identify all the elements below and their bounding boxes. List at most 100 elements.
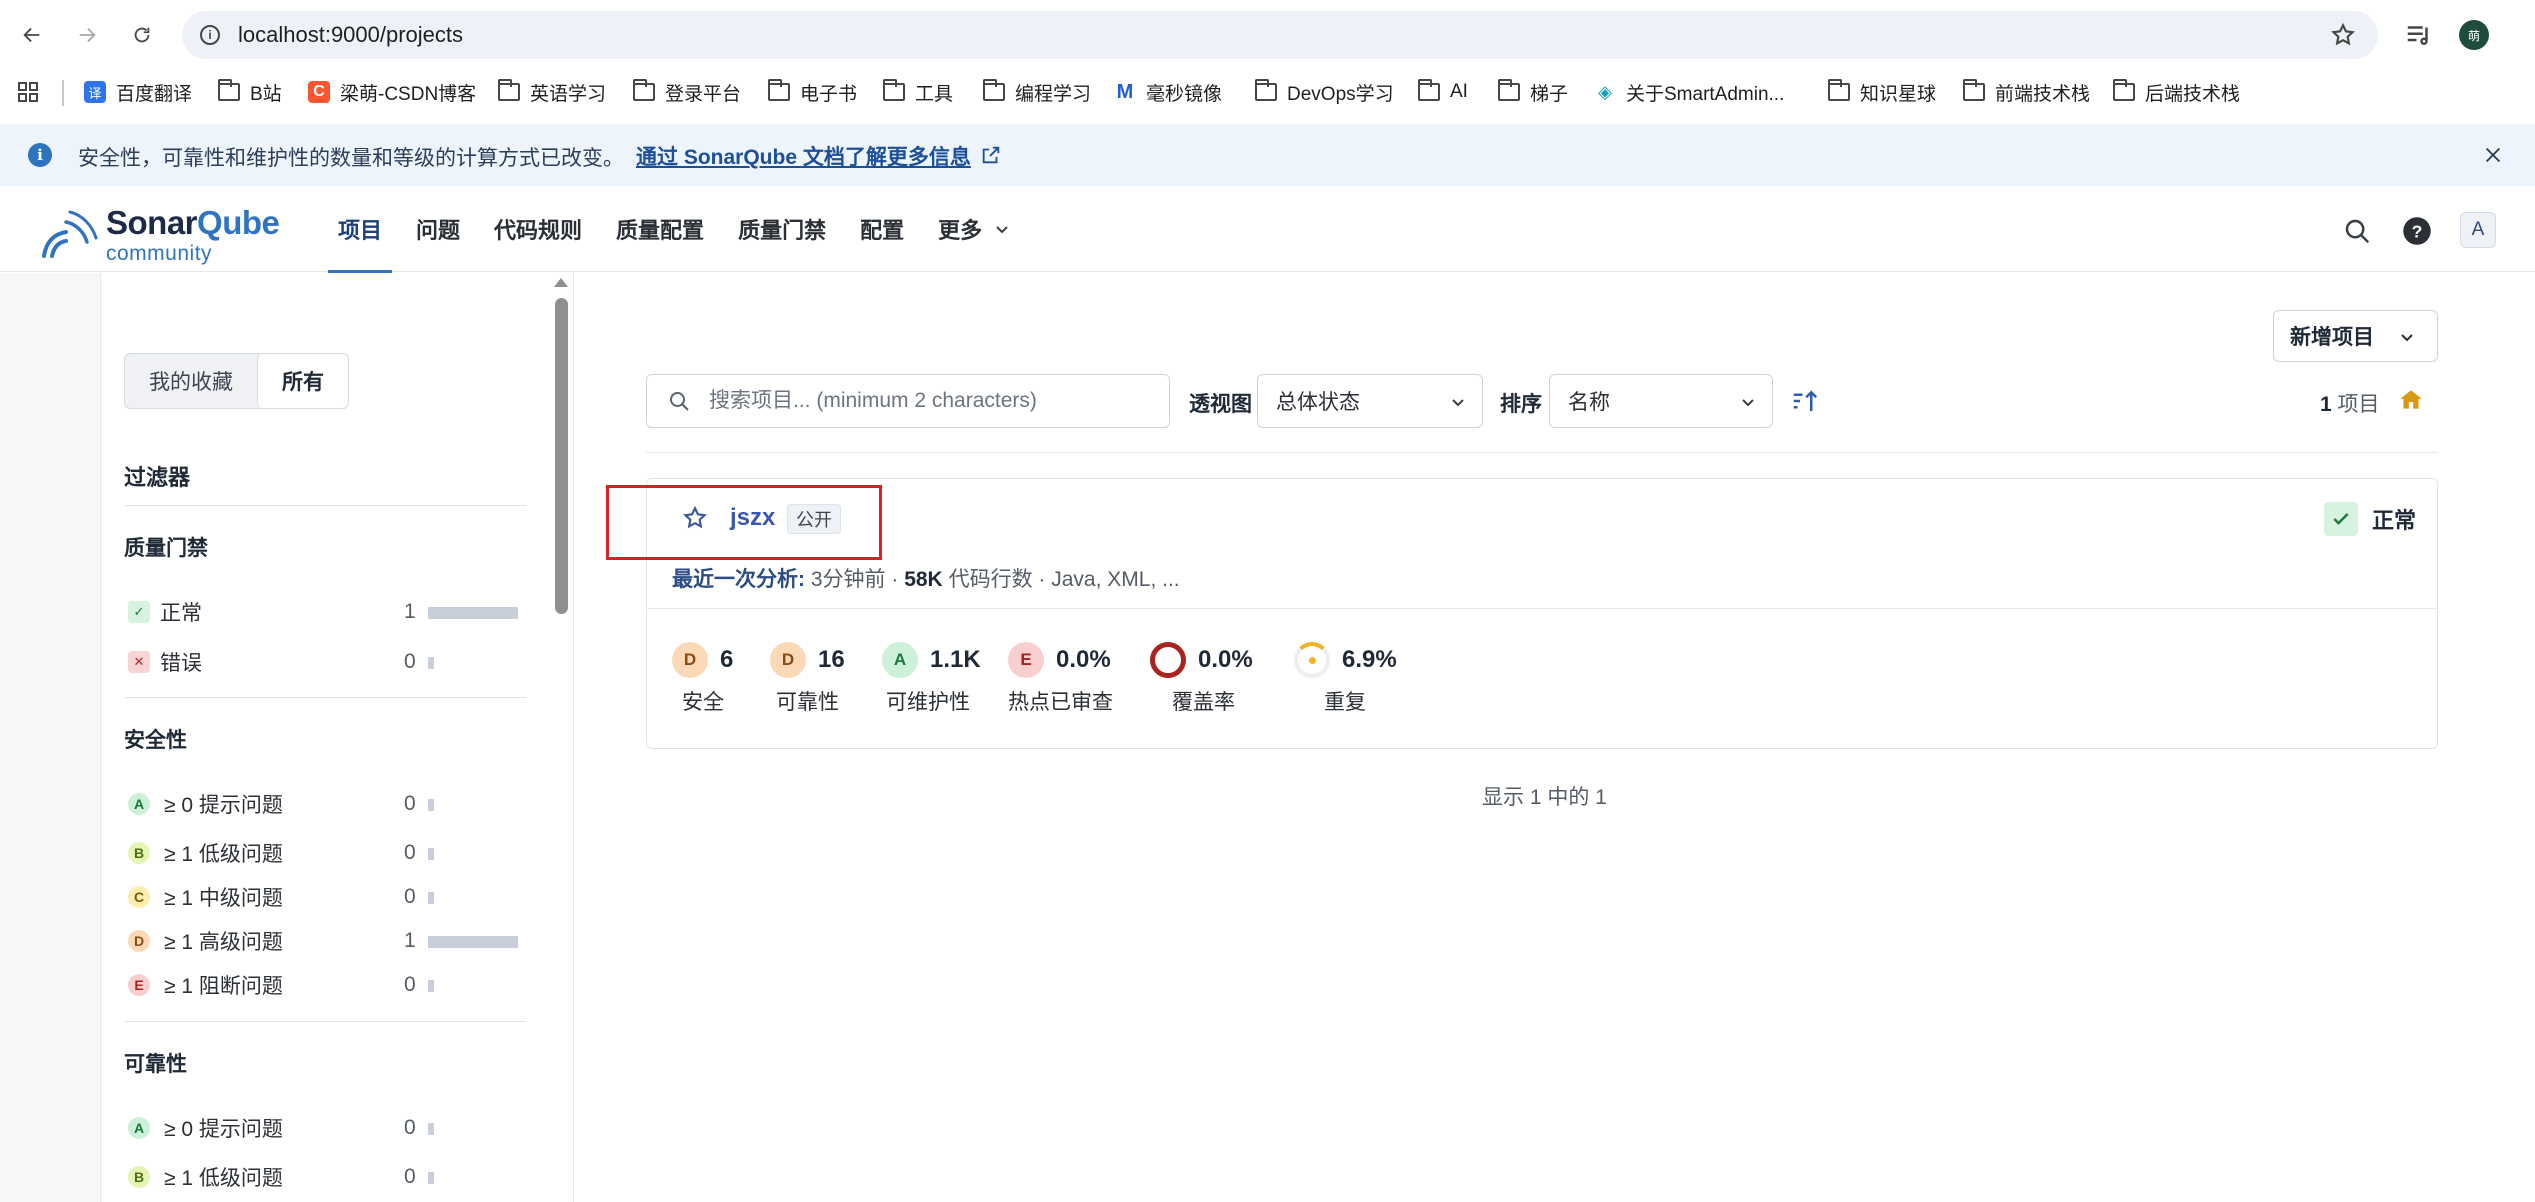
toggle-all[interactable]: 所有 <box>257 354 348 408</box>
nav-administration[interactable]: 配置 <box>860 186 904 272</box>
bookmark-item[interactable]: 英语学习 <box>498 77 606 107</box>
coverage-ring-icon <box>1150 642 1186 678</box>
bookmark-item[interactable]: 梯子 <box>1498 77 1568 107</box>
reload-icon[interactable] <box>124 17 160 53</box>
metric-value[interactable]: 0.0% <box>1198 646 1253 674</box>
filter-security-rating-c[interactable]: C ≥ 1 中级问题 0 <box>128 880 526 914</box>
divider <box>124 697 526 698</box>
site-info-icon[interactable]: i <box>200 25 220 45</box>
bookmark-item[interactable]: 登录平台 <box>633 77 741 107</box>
bookmark-star-icon[interactable] <box>2330 22 2356 48</box>
filter-security-rating-b[interactable]: B ≥ 1 低级问题 0 <box>128 836 526 870</box>
filter-qg-passed[interactable]: ✓ 正常 1 <box>128 595 526 629</box>
main-nav: 项目 问题 代码规则 质量配置 质量门禁 配置 更多 <box>327 186 1044 273</box>
bookmark-item[interactable]: 知识星球 <box>1828 77 1936 107</box>
metric-1[interactable]: D 16 <box>770 642 845 678</box>
toggle-favorites[interactable]: 我的收藏 <box>125 354 257 408</box>
nav-rules[interactable]: 代码规则 <box>494 186 582 272</box>
card-divider <box>646 608 2438 609</box>
metric-value[interactable]: 16 <box>818 646 845 674</box>
last-analysis-time: 3分钟前 <box>810 568 886 591</box>
metric-value[interactable]: 0.0% <box>1056 646 1111 674</box>
search-input[interactable] <box>709 389 1149 413</box>
metric-4[interactable]: 0.0% <box>1150 642 1253 678</box>
nav-quality-profiles[interactable]: 质量配置 <box>616 186 704 272</box>
metric-0[interactable]: D6 <box>672 642 733 678</box>
sort-select[interactable]: 名称 <box>1549 374 1773 428</box>
filter-label: 正常 <box>160 602 202 625</box>
bookmark-item[interactable]: 编程学习 <box>983 77 1091 107</box>
project-search[interactable] <box>646 374 1170 428</box>
apps-grid-icon[interactable] <box>16 80 40 104</box>
metric-2[interactable]: A 1.1K <box>882 642 981 678</box>
scroll-up-arrow-icon[interactable] <box>554 278 568 287</box>
filter-label: ≥ 1 低级问题 <box>164 843 283 866</box>
folder-icon <box>883 79 905 103</box>
notice-banner: i 安全性，可靠性和维护性的数量和等级的计算方式已改变。 通过 SonarQub… <box>0 124 2535 186</box>
bookmark-item[interactable]: 译百度翻译 <box>84 77 192 107</box>
bookmark-item[interactable]: 前端技术栈 <box>1963 77 2090 107</box>
search-icon[interactable] <box>2342 216 2372 246</box>
nav-more[interactable]: 更多 <box>938 186 1010 272</box>
bookmark-item[interactable]: ◈ 关于SmartAdmin... <box>1594 77 1784 107</box>
metric-label: 可维护性 <box>886 691 970 714</box>
forward-arrow-icon[interactable] <box>69 17 105 53</box>
bookmark-label: 梁萌-CSDN博客 <box>340 83 477 105</box>
perspective-select[interactable]: 总体状态 <box>1257 374 1483 428</box>
home-icon[interactable] <box>2398 387 2424 413</box>
metric-3[interactable]: E 0.0% <box>1008 642 1111 678</box>
bookmark-item[interactable]: M 毫秒镜像 <box>1114 77 1222 107</box>
bookmark-item[interactable]: AI <box>1418 77 1468 107</box>
metric-value[interactable]: 6 <box>720 646 733 674</box>
reliability-title: 可靠性 <box>124 1053 187 1076</box>
metric-value[interactable]: 6.9% <box>1342 646 1397 674</box>
highlight-box <box>606 485 882 560</box>
filter-security-rating-e[interactable]: E ≥ 1 阻断问题 0 <box>128 968 526 1002</box>
user-avatar[interactable]: A <box>2460 212 2496 248</box>
perspective-label: 透视图 <box>1189 393 1252 416</box>
metric-value[interactable]: 1.1K <box>930 646 981 674</box>
sort-label: 排序 <box>1500 393 1542 416</box>
bookmark-item[interactable]: 后端技术栈 <box>2113 77 2240 107</box>
help-icon[interactable]: ? <box>2402 216 2432 246</box>
lines-of-code-unit: 代码行数 <box>948 568 1033 591</box>
sonarqube-logo[interactable]: SonarQube community <box>40 200 290 265</box>
rating-badge: B <box>128 1166 150 1188</box>
bookmark-label: 梯子 <box>1530 83 1569 105</box>
filter-security-rating-d[interactable]: D ≥ 1 高级问题 1 <box>128 924 526 958</box>
analysis-meta: 最近一次分析: 3分钟前 · 58K 代码行数 · Java, XML, ... <box>672 568 1180 591</box>
nav-quality-gates[interactable]: 质量门禁 <box>738 186 826 272</box>
filter-bar <box>428 1172 434 1184</box>
bookmark-item[interactable]: 电子书 <box>768 77 857 107</box>
media-control-icon[interactable] <box>2404 20 2434 50</box>
profile-avatar[interactable]: 萌 <box>2459 20 2489 50</box>
filter-label: ≥ 1 阻断问题 <box>164 975 283 998</box>
bookmark-item[interactable]: C 梁萌-CSDN博客 <box>308 77 476 107</box>
address-bar[interactable]: i localhost:9000/projects <box>182 11 2378 59</box>
back-arrow-icon[interactable] <box>14 17 50 53</box>
bookmark-label: 后端技术栈 <box>2145 83 2241 105</box>
url-text[interactable]: localhost:9000/projects <box>238 22 463 48</box>
folder-icon <box>2113 79 2135 103</box>
bookmark-item[interactable]: 工具 <box>883 77 953 107</box>
new-project-button[interactable]: 新增项目 <box>2273 310 2438 362</box>
bookmark-label: 毫秒镜像 <box>1146 83 1223 105</box>
filter-bar <box>428 936 518 948</box>
filter-qg-failed[interactable]: ✕ 错误 0 <box>128 645 526 679</box>
filter-security-rating-a[interactable]: A ≥ 0 提示问题 0 <box>128 787 526 821</box>
check-icon: ✓ <box>128 601 150 623</box>
filter-reliability-rating-b[interactable]: B ≥ 1 低级问题 0 <box>128 1160 526 1194</box>
bookmark-item[interactable]: B站 <box>218 77 282 107</box>
logo-edition: community <box>106 242 213 265</box>
close-icon[interactable] <box>2482 144 2504 166</box>
nav-projects[interactable]: 项目 <box>327 186 393 273</box>
pagination-summary: 显示 1 中的 1 <box>1482 786 1607 809</box>
banner-docs-link[interactable]: 通过 SonarQube 文档了解更多信息 <box>636 141 971 171</box>
sort-direction-icon[interactable] <box>1790 386 1820 416</box>
bookmark-item[interactable]: DevOps学习 <box>1255 77 1394 107</box>
filter-reliability-rating-a[interactable]: A ≥ 0 提示问题 0 <box>128 1111 526 1145</box>
nav-issues[interactable]: 问题 <box>416 186 460 272</box>
scrollbar-thumb[interactable] <box>555 298 568 614</box>
external-link-icon[interactable] <box>980 144 1002 166</box>
metric-5[interactable]: 6.9% <box>1294 642 1397 678</box>
